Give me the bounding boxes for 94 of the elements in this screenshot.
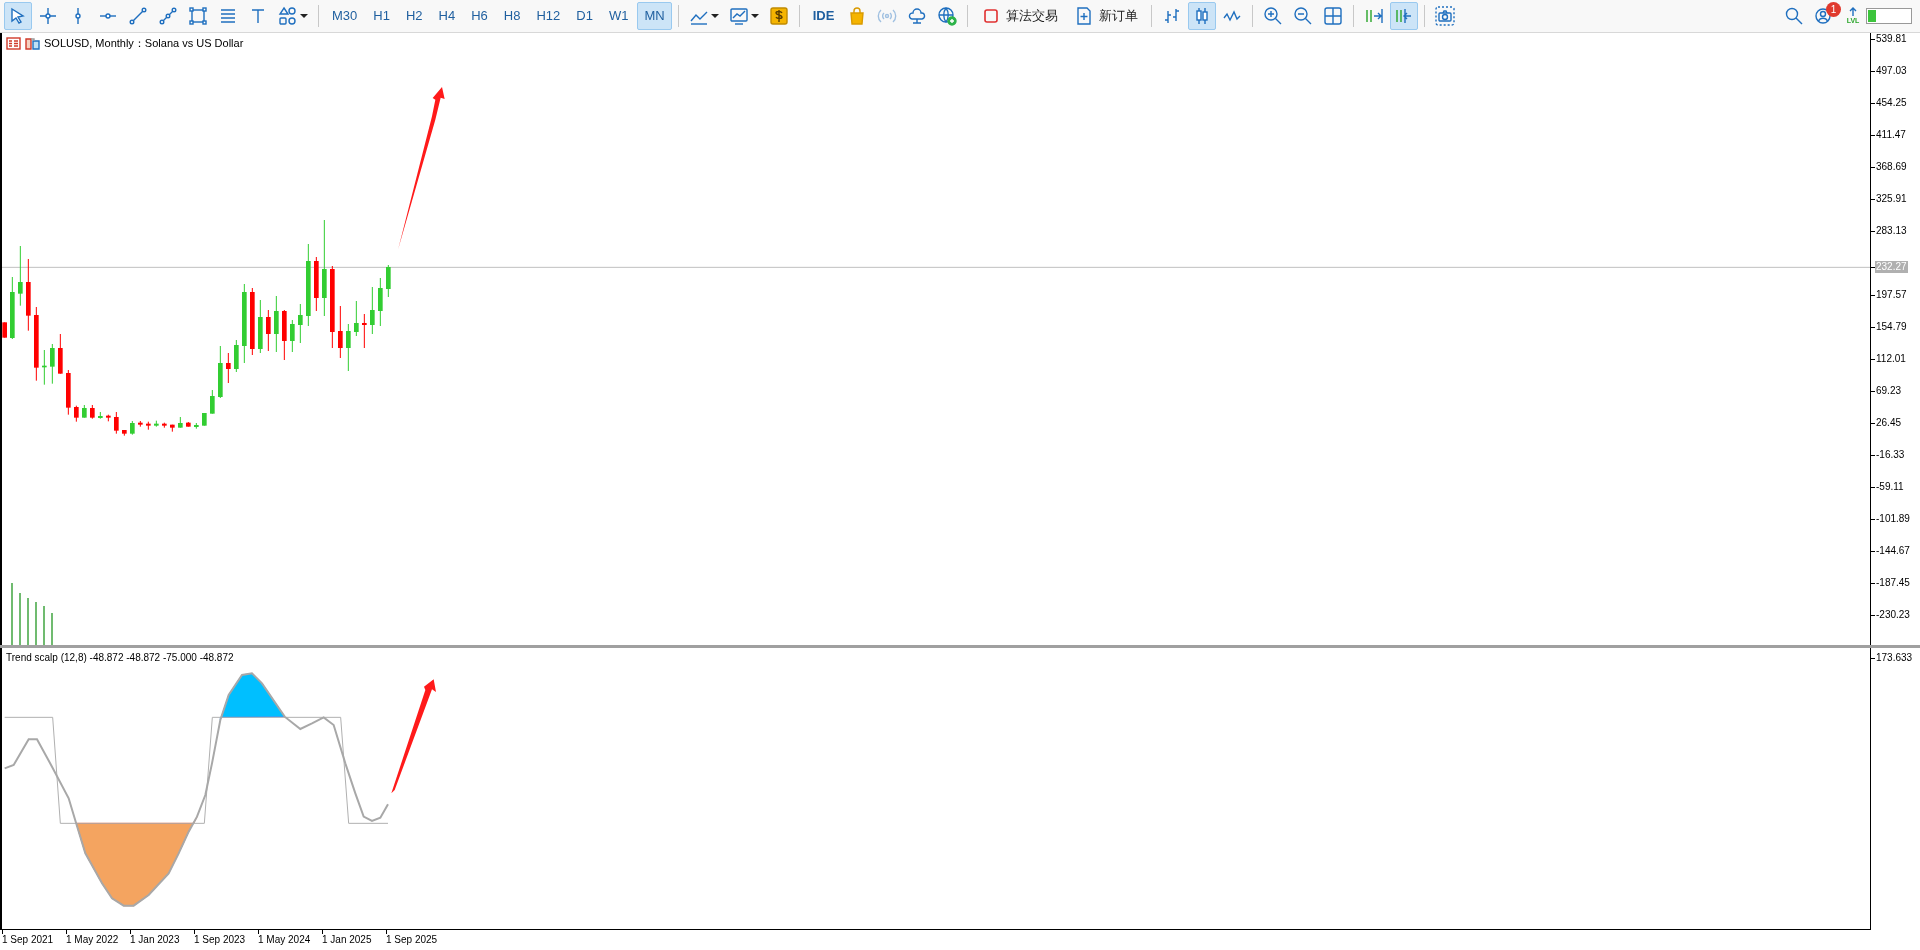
candlestick [114, 412, 119, 434]
time-label: 1 Jan 2025 [322, 934, 372, 946]
account-button[interactable]: 1 [1810, 2, 1838, 30]
candlestick [154, 420, 159, 427]
chart-title: SOLUSD, Monthly：Solana vs US Dollar [44, 36, 244, 51]
price-label: 497.03 [1876, 65, 1907, 77]
scroll-tool-button[interactable] [1390, 2, 1419, 30]
price-label: -187.45 [1876, 577, 1910, 589]
price-label: 112.01 [1876, 353, 1906, 365]
candlestick [386, 265, 391, 297]
candlestick [130, 421, 135, 435]
time-label: 1 Sep 2021 [2, 934, 54, 946]
candlestick [10, 277, 15, 339]
price-label: -230.23 [1876, 609, 1910, 621]
fibonacci-icon [218, 6, 238, 26]
shapes-icon [278, 6, 298, 26]
price-label: 325.91 [1876, 193, 1907, 205]
price-label: 69.23 [1876, 385, 1902, 397]
timeframe-tab[interactable]: H8 [496, 2, 528, 30]
trend-line-icon [128, 6, 148, 26]
candlestick [66, 370, 71, 415]
timeframe-tab[interactable]: H1 [366, 2, 397, 30]
timeframe-tab[interactable]: H12 [529, 2, 568, 30]
candlestick [58, 334, 63, 374]
time-label: 1 May 2024 [258, 934, 311, 946]
price-label: 283.13 [1876, 225, 1907, 237]
candlestick [74, 405, 79, 422]
drawing-tool-button[interactable] [4, 2, 32, 30]
chart-template-icon [728, 6, 749, 26]
candlestick [186, 422, 191, 427]
candlestick [234, 340, 239, 372]
candlestick [90, 405, 95, 419]
time-label: 1 Sep 2023 [194, 934, 246, 946]
timeframe-tab[interactable]: H2 [398, 2, 430, 30]
price-label: 154.79 [1876, 321, 1907, 333]
time-label: 1 Sep 2025 [386, 934, 438, 946]
chart-window-icon [25, 36, 40, 50]
candlestick [106, 414, 111, 422]
time-label: 1 May 2022 [66, 934, 119, 946]
candlestick [2, 322, 7, 338]
trade-button[interactable]: 新订单 [1067, 2, 1146, 30]
cloud-icon [907, 6, 928, 26]
price-label: 411.47 [1876, 129, 1906, 141]
notification-badge: 1 [1826, 2, 1841, 17]
candlestick [162, 422, 167, 428]
rectangle-icon [188, 6, 208, 26]
candlestick [194, 423, 199, 429]
price-label: 197.57 [1876, 289, 1907, 301]
price-label: 454.25 [1876, 97, 1907, 109]
timeframe-tab[interactable]: H6 [464, 2, 495, 30]
zoom-in-icon [1263, 6, 1284, 26]
candlestick [146, 421, 151, 430]
candlestick [170, 424, 175, 432]
price-label: -16.33 [1876, 449, 1905, 461]
dollar-icon [768, 6, 789, 26]
candlestick [82, 405, 87, 418]
candlestick [282, 310, 287, 360]
crosshair-icon [38, 6, 58, 26]
timeframe-tab[interactable]: H4 [431, 2, 463, 30]
globe-plus-icon [937, 6, 958, 26]
candlestick [202, 413, 207, 426]
chart-type-button[interactable] [1188, 2, 1217, 30]
timeframe-tab[interactable]: W1 [601, 2, 636, 30]
caret-icon [750, 13, 759, 19]
price-label: -101.89 [1876, 513, 1910, 525]
candlestick [178, 417, 183, 428]
price-label: 26.45 [1876, 417, 1902, 429]
timeframe-tab[interactable]: MN [637, 2, 672, 30]
trade-button[interactable]: 算法交易 [974, 2, 1066, 30]
camera-icon [1435, 6, 1456, 26]
time-label: 1 Jan 2023 [130, 934, 180, 946]
autoscroll-icon [1364, 6, 1385, 26]
price-label: 539.81 [1876, 33, 1907, 45]
candlestick [138, 421, 143, 427]
search-icon [1784, 6, 1804, 26]
grid-icon [1323, 6, 1344, 26]
timeframe-tab[interactable]: D1 [569, 2, 600, 30]
candlestick [122, 430, 127, 436]
timeframe-tab[interactable]: M30 [325, 2, 365, 30]
caret-icon [710, 13, 719, 19]
indicator-label: Trend scalp (12,8) -48.872 -48.872 -75.000 -48.872 [6, 651, 234, 665]
ide-button[interactable]: IDE [805, 2, 842, 30]
list-icon [6, 36, 21, 50]
indicator-scale-label: 173.633 [1876, 652, 1913, 664]
candlestick [210, 390, 215, 414]
current-price-label: 232.27 [1875, 261, 1908, 273]
price-label: 368.69 [1876, 161, 1907, 173]
caret-icon [300, 13, 308, 19]
channel-icon [158, 6, 178, 26]
candlestick [218, 346, 223, 398]
candlestick [98, 412, 103, 419]
price-label: -59.11 [1876, 481, 1904, 493]
zoom-out-icon [1293, 6, 1314, 26]
price-label: -144.67 [1876, 545, 1910, 557]
